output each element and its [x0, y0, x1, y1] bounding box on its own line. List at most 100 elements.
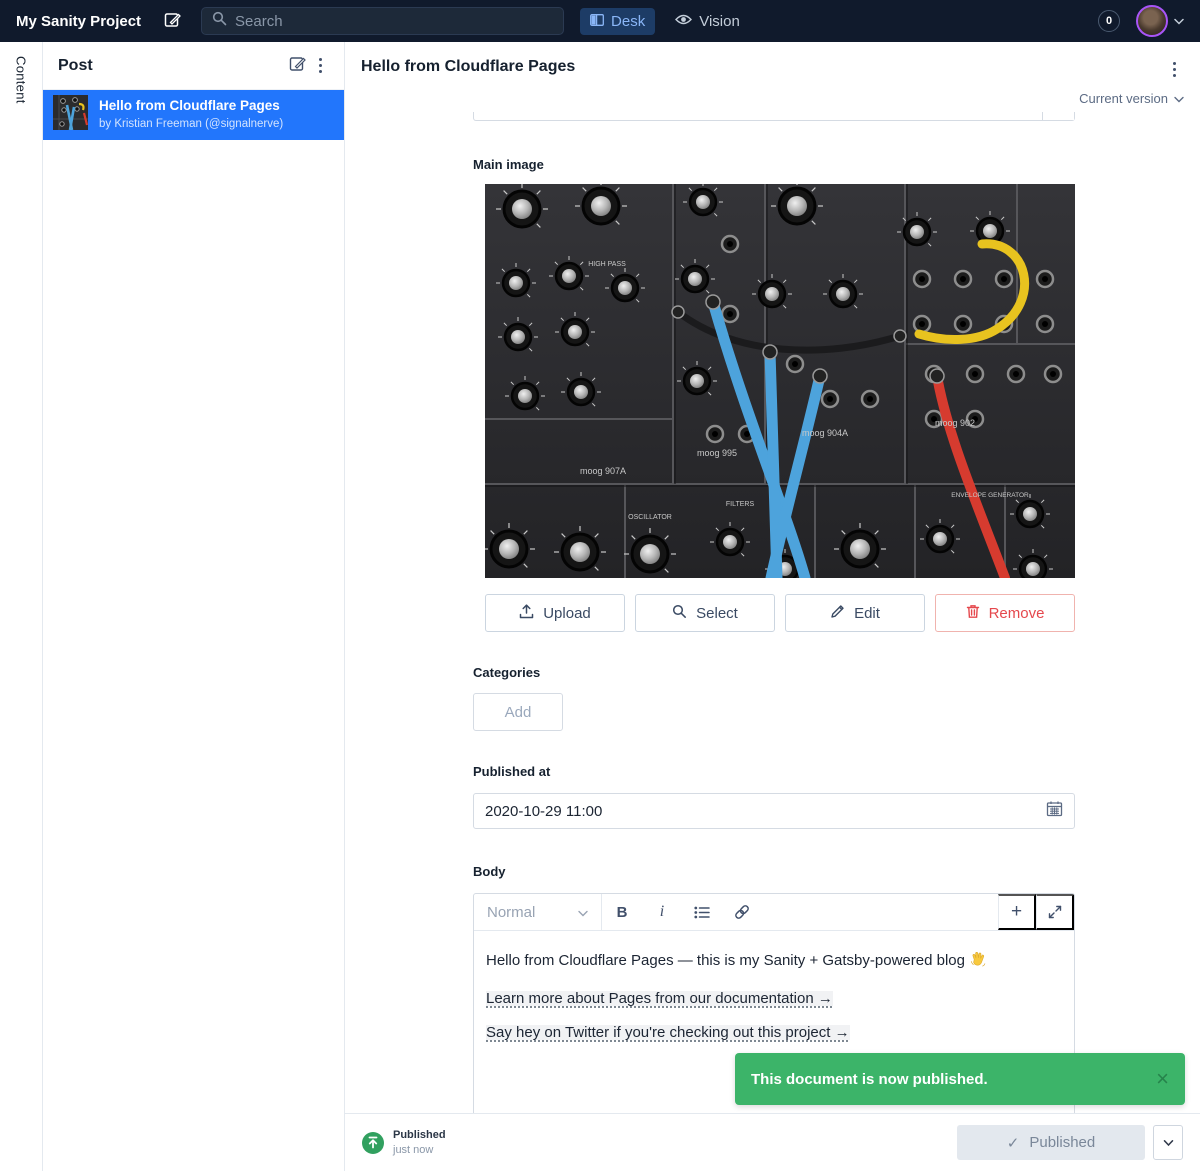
document-form: Main image — [345, 106, 1075, 1153]
wave-emoji-icon — [969, 951, 986, 972]
post-item-text: Hello from Cloudflare Pages by Kristian … — [99, 98, 283, 131]
pencil-icon — [830, 604, 845, 623]
document-pane: Hello from Cloudflare Pages Current vers… — [345, 42, 1200, 1171]
bold-button[interactable]: B — [602, 894, 642, 930]
tab-vision-label: Vision — [699, 13, 740, 30]
compose-icon — [164, 11, 182, 32]
post-item-title: Hello from Cloudflare Pages — [99, 98, 283, 115]
publish-status-time: just now — [393, 1143, 446, 1157]
trash-icon — [966, 604, 980, 623]
compose-icon — [289, 55, 307, 76]
avatar[interactable] — [1136, 5, 1168, 37]
photo-label: FILTERS — [726, 501, 755, 508]
expand-editor-button[interactable] — [1036, 894, 1074, 930]
field-label-main-image: Main image — [473, 157, 1075, 172]
navbar-right: 0 — [1098, 5, 1184, 37]
publish-menu-button[interactable] — [1153, 1125, 1183, 1160]
text-style-select[interactable]: Normal — [474, 894, 602, 930]
select-button-label: Select — [696, 605, 738, 622]
list-item-post[interactable]: Hello from Cloudflare Pages by Kristian … — [43, 90, 344, 140]
published-at-input[interactable] — [485, 803, 1046, 820]
image-actions: Upload Select Edit Remove — [485, 594, 1075, 632]
photo-label: ENVELOPE GENERATOR — [951, 492, 1029, 499]
content-rail: Content — [0, 42, 43, 1171]
create-post-button[interactable] — [285, 51, 311, 80]
edit-button-label: Edit — [854, 605, 880, 622]
toolbar-spacer — [762, 894, 998, 930]
chevron-down-icon — [578, 904, 588, 921]
text-style-value: Normal — [487, 904, 535, 921]
check-icon: ✓ — [1007, 1134, 1020, 1152]
photo-label: HIGH PASS — [588, 261, 626, 268]
photo-label: moog 907A — [580, 466, 626, 476]
new-document-button[interactable] — [161, 9, 185, 33]
search-icon — [212, 11, 227, 31]
field-label-body: Body — [473, 864, 1075, 879]
notifications-badge[interactable]: 0 — [1098, 10, 1120, 32]
tab-desk[interactable]: Desk — [580, 8, 655, 35]
desk-icon — [590, 13, 604, 30]
search-box[interactable] — [201, 7, 564, 35]
upload-button-label: Upload — [543, 605, 591, 622]
select-button[interactable]: Select — [635, 594, 775, 632]
version-selector[interactable]: Current version — [345, 81, 1200, 106]
top-navbar: My Sanity Project Desk Vision 0 — [0, 0, 1200, 42]
chevron-down-icon[interactable] — [1174, 18, 1184, 25]
body-paragraph: Hello from Cloudflare Pages — this is my… — [486, 951, 1062, 972]
body-toolbar: Normal B i + — [474, 894, 1074, 931]
chevron-down-icon — [1174, 91, 1184, 106]
link-button[interactable] — [722, 894, 762, 930]
field-label-published-at: Published at — [473, 764, 1075, 779]
body-link[interactable]: Say hey on Twitter if you're checking ou… — [486, 1025, 850, 1040]
photo-label: OSCILLATOR — [628, 514, 672, 521]
toast-published: This document is now published. × — [735, 1053, 1185, 1105]
publish-status: Published just now — [393, 1128, 446, 1157]
eye-icon — [675, 13, 692, 30]
pane-title: Post — [58, 57, 285, 75]
post-list-pane: Post Hello from Cloudflare Pages by Kris… — [43, 42, 345, 1171]
main-image-photo[interactable]: HIGH PASS moog 907A moog 995 moog 904A m… — [485, 184, 1075, 578]
footer-actions: ✓ Published — [957, 1125, 1183, 1160]
publish-button[interactable]: ✓ Published — [957, 1125, 1145, 1160]
body-paragraph-text: Hello from Cloudflare Pages — this is my… — [486, 952, 965, 969]
photo-label: moog 902 — [935, 418, 975, 428]
toast-message: This document is now published. — [751, 1071, 988, 1088]
app-body: Content Post Hello from Cloudflare Pages… — [0, 42, 1200, 1171]
content-rail-tab[interactable]: Content — [14, 56, 29, 1171]
publish-status-label: Published — [393, 1128, 446, 1142]
document-header: Hello from Cloudflare Pages — [345, 42, 1200, 81]
document-menu-button[interactable] — [1165, 58, 1184, 81]
publish-status-icon — [362, 1132, 384, 1154]
version-label: Current version — [1079, 91, 1168, 106]
document-footer: Published just now ✓ Published — [345, 1113, 1200, 1171]
remove-button[interactable]: Remove — [935, 594, 1075, 632]
close-icon[interactable]: × — [1156, 1068, 1169, 1090]
add-category-button[interactable]: Add — [473, 693, 563, 731]
search-input[interactable] — [235, 13, 553, 30]
chevron-down-icon — [1163, 1135, 1174, 1150]
clipped-field-button[interactable] — [1042, 112, 1074, 120]
search-icon — [672, 604, 687, 623]
published-at-field — [473, 793, 1075, 829]
upload-icon — [519, 604, 534, 623]
post-thumbnail — [53, 95, 88, 135]
project-title: My Sanity Project — [16, 13, 141, 30]
body-link[interactable]: Learn more about Pages from our document… — [486, 991, 833, 1006]
photo-label: moog 995 — [697, 448, 737, 458]
document-title: Hello from Cloudflare Pages — [361, 58, 1165, 76]
italic-button[interactable]: i — [642, 894, 682, 930]
post-pane-header: Post — [43, 42, 344, 90]
tab-vision[interactable]: Vision — [675, 13, 740, 30]
bullet-list-button[interactable] — [682, 894, 722, 930]
calendar-icon[interactable] — [1046, 800, 1063, 822]
edit-button[interactable]: Edit — [785, 594, 925, 632]
clipped-field[interactable] — [473, 112, 1075, 121]
publish-button-label: Published — [1029, 1134, 1095, 1151]
insert-block-button[interactable]: + — [998, 894, 1036, 930]
field-label-categories: Categories — [473, 665, 1075, 680]
pane-menu-button[interactable] — [311, 54, 330, 77]
upload-button[interactable]: Upload — [485, 594, 625, 632]
tab-desk-label: Desk — [611, 13, 645, 30]
body-content[interactable]: Hello from Cloudflare Pages — this is my… — [474, 931, 1074, 1071]
remove-button-label: Remove — [989, 605, 1045, 622]
